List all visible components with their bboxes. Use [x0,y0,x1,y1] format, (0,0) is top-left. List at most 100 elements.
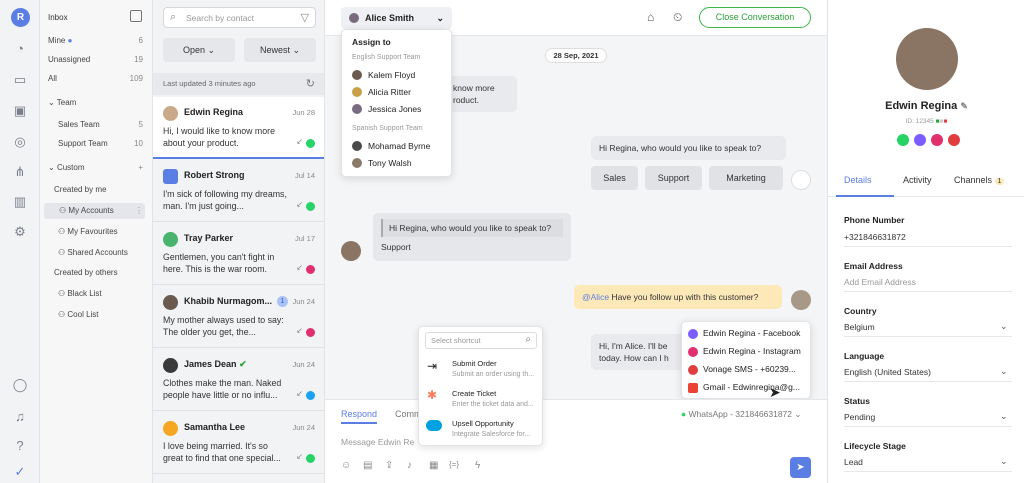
shortcut-title[interactable]: Submit Order [452,359,497,368]
channel-option[interactable]: Vonage SMS - +60239... [703,364,796,374]
nav-item-mine[interactable]: Mine ● 6 [48,33,145,49]
message-input[interactable]: Message Edwin Re [341,437,414,447]
broadcast-icon[interactable]: ◎ [12,134,28,150]
shortcut-title[interactable]: Upsell Opportunity [452,419,514,428]
avatar [352,87,362,97]
nav-item-my-accounts[interactable]: ⚇ My Accounts ⋮ [44,203,145,219]
shortcut-search-input[interactable]: Select shortcut ⌕ [425,332,537,349]
team-group-label: Spanish Support Team [352,125,423,132]
instagram-icon[interactable] [931,134,943,146]
nav-section-team[interactable]: ⌄ Team [48,95,145,111]
edit-icon[interactable]: ✎ [960,101,968,111]
conversation-list-panel: ⌕ Search by contact ▽ Open ⌄ Newest ⌄ La… [153,0,325,483]
assign-member[interactable]: Tony Walsh [368,158,412,168]
conversation-item[interactable]: Edwin Regina Jun 28 Hi, I would like to … [153,97,324,159]
twitter-icon [306,391,315,400]
whatsapp-icon[interactable] [897,134,909,146]
status-filter-button[interactable]: Open ⌄ [163,38,235,62]
channel-option[interactable]: Edwin Regina - Facebook [703,328,800,338]
conversation-item[interactable]: Robert Strong Jul 14 I'm sick of followi… [153,160,324,222]
tab-channels[interactable]: Channels 1 [954,175,1005,185]
settings-icon[interactable]: ⚙ [12,224,28,240]
nav-item-cool-list[interactable]: ⚇ Cool List [58,307,145,323]
assign-menu: Assign to English Support Team Kalem Flo… [341,29,452,177]
close-conversation-button[interactable]: Close Conversation [699,7,811,28]
upload-icon[interactable]: ⇪ [385,460,393,471]
filter-icon[interactable]: ▽ [301,11,309,24]
nav-item-my-favourites[interactable]: ⚇ My Favourites [58,224,145,240]
quick-reply-button[interactable]: Marketing [709,166,783,190]
contacts-icon[interactable]: ▣ [12,103,28,119]
quick-reply-button[interactable]: Support [645,166,702,190]
dashboard-icon[interactable]: ◔ [12,41,28,57]
assign-member[interactable]: Mohamad Byrne [368,141,430,151]
internal-note: @Alice Have you follow up with this cust… [574,285,782,309]
conversation-item[interactable]: James Dean ✔ Jun 24 Clothes make the man… [153,349,324,411]
country-select[interactable]: Belgium [844,322,875,332]
active-tab-indicator [836,195,894,197]
chat-icon[interactable]: ▭ [12,72,28,88]
whatsapp-icon [306,454,315,463]
send-button[interactable]: ➤ [790,457,811,478]
nav-item-black-list[interactable]: ⚇ Black List [58,286,145,302]
avatar [352,141,362,151]
sort-button[interactable]: Newest ⌄ [244,38,316,62]
search-contact-input[interactable]: ⌕ Search by contact ▽ [163,7,316,28]
microphone-icon[interactable]: ♪ [407,460,412,471]
quick-reply-button[interactable]: Sales [591,166,638,190]
refresh-icon[interactable]: ↻ [306,73,315,95]
channel-option[interactable]: Gmail - Edwinregina@g... [703,382,800,392]
variable-icon[interactable]: {=} [449,460,459,469]
profile-icon[interactable]: ◯ [12,377,28,393]
shortcut-title[interactable]: Create Ticket [452,389,496,398]
nav-item-shared-accounts[interactable]: ⚇ Shared Accounts [58,245,145,261]
nav-item-support-team[interactable]: Support Team 10 [58,136,145,152]
lifecycle-select[interactable]: Lead [844,457,863,467]
assign-member[interactable]: Alicia Ritter [368,87,411,97]
messenger-icon[interactable] [914,134,926,146]
avatar [163,169,178,184]
assign-member[interactable]: Jessica Jones [368,104,421,114]
phone-field[interactable]: +321846631872 [844,232,906,242]
chevron-down-icon: ⌄ [1000,321,1008,331]
status-select[interactable]: Pending [844,412,875,422]
avatar [163,106,178,121]
notifications-icon[interactable]: ♫ [12,409,28,425]
tab-activity[interactable]: Activity [903,175,932,185]
assign-member[interactable]: Kalem Floyd [368,70,415,80]
icon-rail: R ◔ ▭ ▣ ◎ ⋔ ▥ ⚙ ◯ ♫ ? ✓ [0,0,40,483]
language-select[interactable]: English (United States) [844,367,931,377]
tab-respond[interactable]: Respond [341,409,377,419]
email-field[interactable]: Add Email Address [844,277,916,287]
incoming-arrow-icon: ↙ [296,200,303,209]
tab-details[interactable]: Details [844,175,872,185]
shortcut-icon[interactable]: ϟ [475,460,480,471]
nav-item-all[interactable]: All 109 [48,71,145,87]
conversation-item[interactable]: Samantha Lee Jun 24 I love being married… [153,412,324,474]
workflow-icon[interactable]: ⋔ [12,164,28,180]
sms-icon[interactable] [948,134,960,146]
reports-icon[interactable]: ▥ [12,194,28,210]
conversation-item[interactable]: Khabib Nurmagom... 1 Jun 24 My mother al… [153,286,324,348]
collapse-sidebar-icon[interactable] [130,10,142,22]
lifecycle-label: Lifecycle Stage [844,441,906,451]
conversation-item[interactable]: Tray Parker Jul 17 Gentlemen, you can't … [153,223,324,285]
avatar [163,232,178,247]
nav-item-unassigned[interactable]: Unassigned 19 [48,52,145,68]
unread-badge: 1 [277,296,288,307]
clipboard-icon[interactable]: ▤ [363,460,372,471]
contact-name: Edwin Regina ✎ [885,100,968,112]
snooze-icon[interactable]: ⏲ [673,10,682,25]
assignee-dropdown[interactable]: Alice Smith ⌄ [341,7,452,29]
channel-select[interactable]: ● WhatsApp - 321846631872 ⌄ [681,409,802,420]
contact-id: ID: 12345 ■■■ [905,118,948,125]
help-icon[interactable]: ? [12,438,28,454]
nav-section-custom[interactable]: ⌄ Custom + [48,160,145,176]
emoji-icon[interactable]: ☺ [341,460,351,471]
instagram-icon [306,265,315,274]
bot-icon[interactable]: ⌂ [647,10,654,24]
channel-option[interactable]: Edwin Regina - Instagram [703,346,801,356]
nav-item-sales-team[interactable]: Sales Team 5 [58,117,145,133]
user-avatar[interactable]: R [11,8,30,27]
template-icon[interactable]: ▦ [429,460,438,471]
